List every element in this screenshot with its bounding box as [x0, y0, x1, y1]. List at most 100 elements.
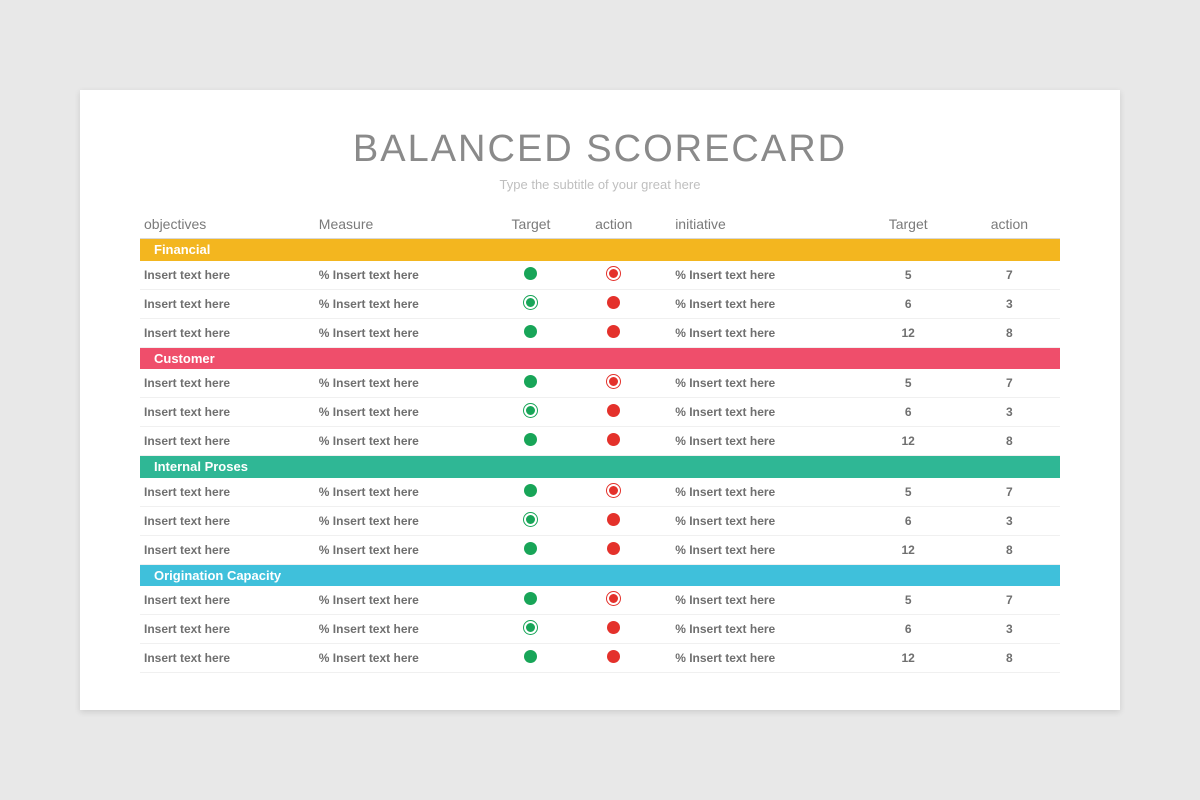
- cell-measure[interactable]: % Insert text here: [315, 535, 490, 564]
- cell-measure[interactable]: % Insert text here: [315, 398, 490, 427]
- section-label: Internal Proses: [140, 456, 315, 478]
- table-row: Insert text here% Insert text here% Inse…: [140, 644, 1060, 673]
- cell-objective[interactable]: Insert text here: [140, 615, 315, 644]
- cell-objective[interactable]: Insert text here: [140, 535, 315, 564]
- cell-target-icon: [490, 289, 573, 318]
- cell-objective[interactable]: Insert text here: [140, 261, 315, 290]
- cell-action-value: 3: [959, 289, 1060, 318]
- cell-measure[interactable]: % Insert text here: [315, 478, 490, 507]
- cell-target-icon: [490, 398, 573, 427]
- cell-action-icon: [572, 615, 655, 644]
- cell-initiative[interactable]: % Insert text here: [655, 398, 857, 427]
- cell-measure[interactable]: % Insert text here: [315, 261, 490, 290]
- table-row: Insert text here% Insert text here% Inse…: [140, 615, 1060, 644]
- cell-action-icon: [572, 369, 655, 398]
- cell-target-value: 12: [858, 318, 959, 347]
- cell-initiative[interactable]: % Insert text here: [655, 506, 857, 535]
- cell-action-icon: [572, 261, 655, 290]
- cell-measure[interactable]: % Insert text here: [315, 289, 490, 318]
- cell-target-value: 5: [858, 478, 959, 507]
- cell-initiative[interactable]: % Insert text here: [655, 427, 857, 456]
- cell-objective[interactable]: Insert text here: [140, 369, 315, 398]
- cell-objective[interactable]: Insert text here: [140, 478, 315, 507]
- cell-measure[interactable]: % Insert text here: [315, 318, 490, 347]
- col-action2: action: [959, 210, 1060, 239]
- cell-target-icon: [490, 644, 573, 673]
- status-red-icon: [607, 621, 620, 634]
- cell-target-icon: [490, 615, 573, 644]
- cell-target-icon: [490, 478, 573, 507]
- col-target2: Target: [858, 210, 959, 239]
- cell-action-value: 8: [959, 644, 1060, 673]
- cell-action-value: 8: [959, 535, 1060, 564]
- cell-action-value: 3: [959, 398, 1060, 427]
- cell-initiative[interactable]: % Insert text here: [655, 289, 857, 318]
- cell-initiative[interactable]: % Insert text here: [655, 318, 857, 347]
- cell-target-icon: [490, 427, 573, 456]
- status-green-icon: [524, 404, 537, 417]
- cell-target-value: 12: [858, 427, 959, 456]
- status-red-icon: [607, 325, 620, 338]
- cell-measure[interactable]: % Insert text here: [315, 586, 490, 615]
- cell-action-icon: [572, 318, 655, 347]
- slide-subtitle[interactable]: Type the subtitle of your great here: [140, 177, 1060, 192]
- cell-target-icon: [490, 506, 573, 535]
- table-row: Insert text here% Insert text here% Inse…: [140, 478, 1060, 507]
- status-green-icon: [524, 484, 537, 497]
- cell-measure[interactable]: % Insert text here: [315, 506, 490, 535]
- status-red-icon: [607, 592, 620, 605]
- cell-initiative[interactable]: % Insert text here: [655, 535, 857, 564]
- cell-action-icon: [572, 506, 655, 535]
- cell-initiative[interactable]: % Insert text here: [655, 261, 857, 290]
- cell-initiative[interactable]: % Insert text here: [655, 615, 857, 644]
- cell-objective[interactable]: Insert text here: [140, 644, 315, 673]
- cell-action-value: 7: [959, 369, 1060, 398]
- table-row: Insert text here% Insert text here% Inse…: [140, 427, 1060, 456]
- header-row: objectives Measure Target action initiat…: [140, 210, 1060, 239]
- cell-objective[interactable]: Insert text here: [140, 506, 315, 535]
- cell-target-value: 6: [858, 615, 959, 644]
- cell-initiative[interactable]: % Insert text here: [655, 586, 857, 615]
- scorecard-table: objectives Measure Target action initiat…: [140, 210, 1060, 673]
- cell-objective[interactable]: Insert text here: [140, 318, 315, 347]
- col-target1: Target: [490, 210, 573, 239]
- status-green-icon: [524, 621, 537, 634]
- cell-target-value: 5: [858, 369, 959, 398]
- cell-action-icon: [572, 478, 655, 507]
- cell-objective[interactable]: Insert text here: [140, 586, 315, 615]
- cell-target-icon: [490, 586, 573, 615]
- cell-action-value: 7: [959, 478, 1060, 507]
- section-label: Customer: [140, 347, 315, 369]
- cell-measure[interactable]: % Insert text here: [315, 427, 490, 456]
- cell-action-icon: [572, 289, 655, 318]
- table-row: Insert text here% Insert text here% Inse…: [140, 289, 1060, 318]
- table-row: Insert text here% Insert text here% Inse…: [140, 506, 1060, 535]
- cell-action-value: 8: [959, 427, 1060, 456]
- section-bar: Financial: [140, 239, 1060, 261]
- cell-objective[interactable]: Insert text here: [140, 427, 315, 456]
- cell-objective[interactable]: Insert text here: [140, 398, 315, 427]
- cell-initiative[interactable]: % Insert text here: [655, 644, 857, 673]
- cell-objective[interactable]: Insert text here: [140, 289, 315, 318]
- cell-initiative[interactable]: % Insert text here: [655, 369, 857, 398]
- status-red-icon: [607, 484, 620, 497]
- section-bar: Customer: [140, 347, 1060, 369]
- cell-target-icon: [490, 369, 573, 398]
- status-green-icon: [524, 542, 537, 555]
- status-red-icon: [607, 433, 620, 446]
- cell-initiative[interactable]: % Insert text here: [655, 478, 857, 507]
- cell-action-value: 7: [959, 586, 1060, 615]
- cell-measure[interactable]: % Insert text here: [315, 369, 490, 398]
- col-initiative: initiative: [655, 210, 857, 239]
- cell-target-value: 6: [858, 289, 959, 318]
- cell-target-value: 12: [858, 535, 959, 564]
- status-green-icon: [524, 513, 537, 526]
- cell-measure[interactable]: % Insert text here: [315, 615, 490, 644]
- table-row: Insert text here% Insert text here% Inse…: [140, 369, 1060, 398]
- table-row: Insert text here% Insert text here% Inse…: [140, 398, 1060, 427]
- status-red-icon: [607, 404, 620, 417]
- cell-target-icon: [490, 535, 573, 564]
- status-green-icon: [524, 325, 537, 338]
- cell-measure[interactable]: % Insert text here: [315, 644, 490, 673]
- cell-action-value: 7: [959, 261, 1060, 290]
